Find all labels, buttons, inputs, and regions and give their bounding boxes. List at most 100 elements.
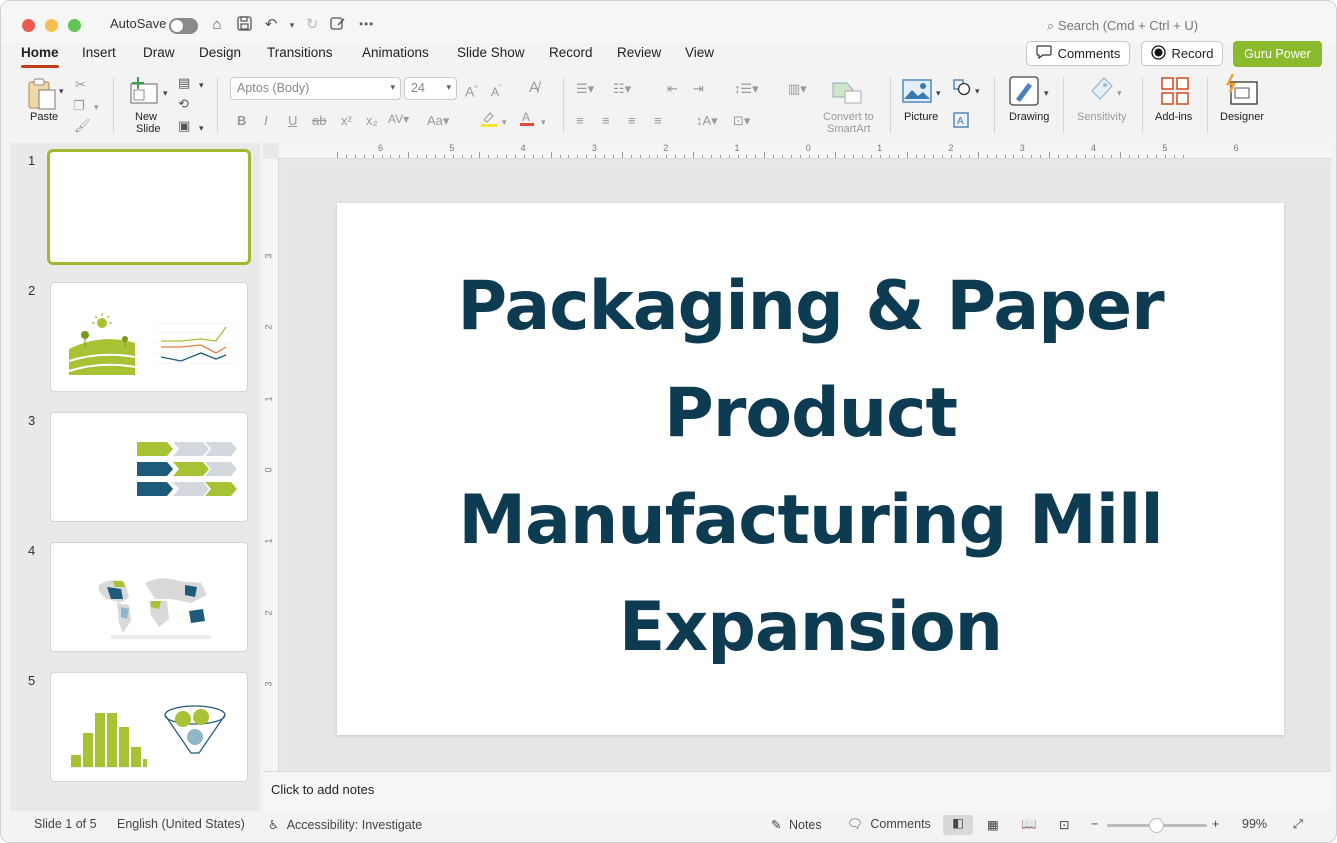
slide-thumbnail-4[interactable] (50, 542, 248, 652)
layout-dropdown-icon[interactable]: ▾ (199, 77, 204, 93)
slide-thumbnail-1[interactable] (47, 149, 251, 265)
bullets-icon[interactable]: ☰▾ (576, 81, 594, 97)
slide-sorter-button[interactable]: ▦ (987, 817, 999, 832)
tab-record[interactable]: Record (549, 45, 593, 60)
textbox-icon[interactable]: A (953, 112, 969, 132)
slide-title[interactable]: Packaging & Paper Product Manufacturing … (357, 253, 1264, 681)
tab-design[interactable]: Design (199, 45, 241, 60)
undo-dropdown-icon[interactable]: ▾ (283, 16, 301, 34)
copy-icon[interactable]: ❐ (73, 98, 85, 114)
shapes-icon[interactable] (953, 79, 971, 100)
superscript-icon[interactable]: x² (341, 113, 352, 129)
reading-view-button[interactable]: 📖 (1021, 817, 1037, 832)
minimize-window-button[interactable] (45, 19, 58, 32)
language-status[interactable]: English (United States) (117, 817, 245, 831)
more-icon[interactable]: ⋯ (357, 16, 375, 34)
designer-button[interactable] (1221, 73, 1265, 135)
clear-formatting-icon[interactable]: A̸ (529, 80, 539, 96)
zoom-slider-handle[interactable] (1149, 818, 1164, 833)
autosave-toggle[interactable] (169, 18, 198, 34)
zoom-slider[interactable] (1107, 818, 1207, 833)
paste-dropdown-icon[interactable]: ▾ (59, 83, 64, 99)
bold-icon[interactable]: B (237, 113, 246, 129)
accessibility-status[interactable]: ♿ Accessibility: Investigate (268, 817, 422, 832)
justify-icon[interactable]: ≡ (654, 113, 662, 129)
underline-icon[interactable]: U (288, 113, 297, 129)
tab-home[interactable]: Home (21, 45, 59, 60)
tab-transitions[interactable]: Transitions (267, 45, 333, 60)
format-painter-icon[interactable]: 🖌 (74, 118, 91, 134)
decrease-font-icon[interactable]: Aˇ (491, 81, 502, 100)
slide-show-button[interactable]: ⊡ (1059, 817, 1069, 832)
columns-icon[interactable]: ▥▾ (788, 81, 807, 97)
subscript-icon[interactable]: x₂ (366, 113, 378, 129)
notes-pane[interactable]: Click to add notes (263, 771, 1331, 811)
comments-button[interactable]: Comments (1026, 41, 1130, 66)
align-right-icon[interactable]: ≡ (628, 113, 636, 129)
ruler-tick-mark (515, 155, 516, 158)
shapes-dropdown-icon[interactable]: ▾ (975, 83, 980, 99)
section-icon[interactable]: ▣ (178, 118, 190, 134)
drawing-button[interactable] (1007, 75, 1053, 135)
tab-insert[interactable]: Insert (82, 45, 116, 60)
text-direction-icon[interactable]: ↕A▾ (696, 113, 718, 129)
drawing-dropdown-icon[interactable]: ▾ (1044, 85, 1049, 101)
tab-animations[interactable]: Animations (362, 45, 429, 60)
line-spacing-icon[interactable]: ↕☰▾ (734, 81, 759, 97)
highlight-icon[interactable] (480, 111, 498, 131)
normal-view-button[interactable]: ◧ (943, 815, 973, 835)
save-icon[interactable] (235, 16, 253, 34)
align-text-icon[interactable]: ⊡▾ (733, 113, 750, 129)
search-field[interactable]: ⌕ Search (Cmd + Ctrl + U) (1047, 18, 1198, 34)
layout-icon[interactable]: ▤ (178, 75, 190, 91)
font-size-select[interactable]: 24 ▾ (404, 77, 457, 100)
section-dropdown-icon[interactable]: ▾ (199, 120, 204, 136)
fit-to-window-button[interactable]: ⤢ (1293, 817, 1303, 832)
tab-draw[interactable]: Draw (143, 45, 175, 60)
redo-icon[interactable]: ↻ (303, 16, 321, 34)
increase-indent-icon[interactable]: ⇥ (693, 81, 704, 97)
sensitivity-button[interactable] (1076, 75, 1132, 135)
reset-icon[interactable]: ⟲ (178, 96, 189, 112)
increase-font-icon[interactable]: A^ (465, 81, 478, 100)
comments-status-button[interactable]: 🗨 Comments (847, 817, 931, 832)
addins-button[interactable] (1156, 75, 1196, 135)
slide-thumbnail-3[interactable] (50, 412, 248, 522)
home-icon[interactable]: ⌂ (208, 16, 226, 34)
tab-view[interactable]: View (685, 45, 714, 60)
numbering-icon[interactable]: ☷▾ (613, 81, 631, 97)
close-window-button[interactable] (22, 19, 35, 32)
zoom-window-button[interactable] (68, 19, 81, 32)
zoom-level[interactable]: 99% (1242, 817, 1267, 831)
italic-icon[interactable]: I (264, 113, 268, 129)
ruler-tick-label: 5 (449, 143, 455, 153)
ruler-tick-mark (1173, 155, 1175, 158)
decrease-indent-icon[interactable]: ⇤ (667, 81, 678, 97)
slide-thumbnail-5[interactable] (50, 672, 248, 782)
copy-dropdown-icon[interactable]: ▾ (94, 99, 99, 115)
font-name-select[interactable]: Aptos (Body) ▾ (230, 77, 401, 100)
guru-power-button[interactable]: Guru Power (1233, 41, 1322, 67)
record-button[interactable]: Record (1141, 41, 1223, 66)
notes-button[interactable]: ✎ Notes (771, 817, 822, 832)
font-color-dropdown-icon[interactable]: ▾ (541, 114, 546, 130)
character-spacing-icon[interactable]: AV▾ (388, 111, 409, 127)
undo-icon[interactable]: ↶ (262, 16, 280, 34)
highlight-dropdown-icon[interactable]: ▾ (502, 114, 507, 130)
change-case-icon[interactable]: Aa▾ (427, 113, 449, 129)
cut-icon[interactable]: ✂ (75, 77, 86, 93)
font-color-icon[interactable]: A (519, 110, 535, 131)
strikethrough-icon[interactable]: ab (312, 113, 326, 129)
tab-slide-show[interactable]: Slide Show (457, 45, 525, 60)
tab-review[interactable]: Review (617, 45, 661, 60)
slide-thumbnail-2[interactable] (50, 282, 248, 392)
current-slide[interactable]: Packaging & Paper Product Manufacturing … (337, 203, 1284, 735)
sensitivity-dropdown-icon[interactable]: ▾ (1117, 85, 1122, 101)
picture-dropdown-icon[interactable]: ▾ (936, 85, 941, 101)
align-left-icon[interactable]: ≡ (576, 113, 584, 129)
zoom-out-button[interactable]: − (1091, 817, 1098, 831)
align-center-icon[interactable]: ≡ (602, 113, 610, 129)
customize-icon[interactable] (329, 16, 347, 34)
new-slide-dropdown-icon[interactable]: ▾ (163, 85, 168, 101)
zoom-in-button[interactable]: + (1212, 817, 1219, 831)
